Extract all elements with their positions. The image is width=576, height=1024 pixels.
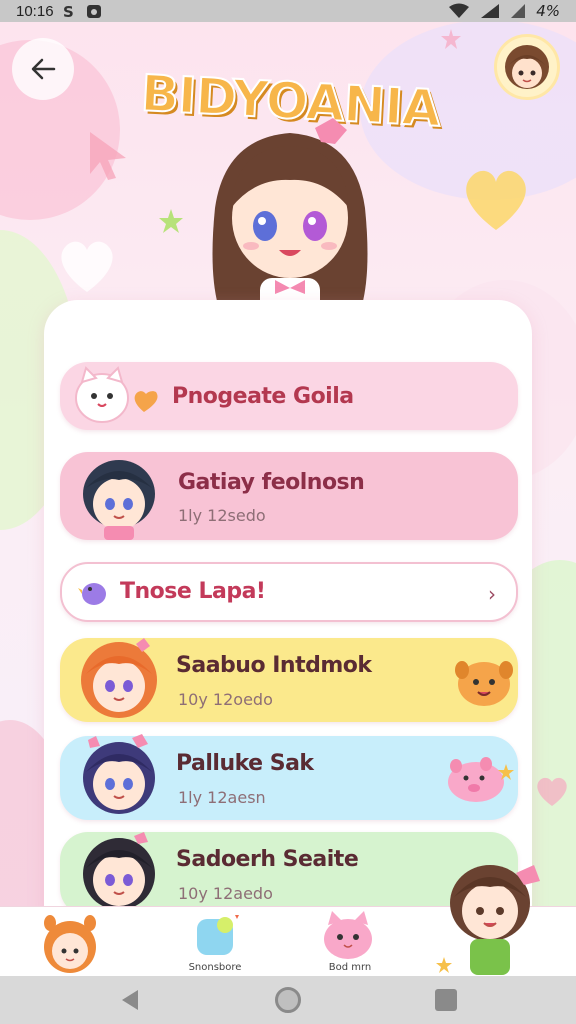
signal-icon [511, 4, 526, 18]
boy-avatar-icon [83, 460, 155, 540]
girl-avatar-icon [81, 638, 157, 718]
item-title: Tnose Lapa! [120, 579, 266, 604]
girl-avatar-icon [83, 734, 155, 814]
notification-icons: S [62, 3, 102, 19]
pink-cat-icon [324, 911, 372, 959]
tab-explore[interactable]: Snonsbore [165, 907, 265, 977]
tab-home[interactable] [20, 907, 120, 977]
system-nav-bar [0, 976, 576, 1024]
chevron-right-icon: › [488, 582, 496, 606]
girl-mascot-icon [436, 865, 540, 975]
item-subtitle: 1ly 12aesn [178, 788, 266, 807]
bottom-tab-bar: Snonsbore Bod mrn [0, 865, 576, 977]
bird-icon [78, 583, 106, 605]
list-item[interactable]: Tnose Lapa! › [60, 562, 518, 622]
girl-avatar-icon [83, 832, 155, 910]
cat-sticker-icon [75, 366, 158, 423]
back-button[interactable] [12, 38, 74, 100]
heart-deco-icon [466, 170, 526, 230]
pig-sticker-icon [448, 757, 514, 802]
notification-square-icon [86, 5, 101, 18]
arrow-left-icon [31, 58, 56, 80]
square-app-icon [197, 915, 239, 955]
item-title: Sadoerh Seaite [176, 847, 359, 872]
nav-back-icon[interactable] [118, 988, 142, 1012]
svg-text:S: S [63, 3, 74, 19]
nav-recents-icon[interactable] [435, 989, 457, 1011]
tab-label: Snonsbore [188, 962, 242, 973]
status-time: 10:16 [16, 2, 54, 20]
signal-icon [481, 4, 500, 18]
notification-s-icon: S [63, 3, 74, 19]
wifi-icon [449, 3, 470, 18]
item-subtitle: 10y 12aedo [178, 884, 273, 903]
profile-avatar[interactable] [494, 34, 560, 100]
arrow-deco-icon [90, 132, 126, 180]
tab-label: Bod mrn [328, 962, 372, 973]
heart-deco-icon [537, 777, 567, 806]
item-title: Saabuo Intdmok [176, 653, 372, 678]
item-subtitle: 1ly 12sedo [178, 506, 266, 525]
list-item[interactable]: Pnogeate Goila [60, 362, 518, 430]
item-title: Gatiay feolnosn [178, 470, 365, 495]
avatar-girl-icon [505, 45, 549, 89]
item-title: Pnogeate Goila [172, 384, 354, 409]
item-title: Palluke Sak [176, 751, 314, 776]
item-subtitle: 10y 12oedo [178, 690, 273, 709]
heart-deco-icon [61, 241, 113, 292]
fox-girl-icon [44, 915, 96, 973]
tab-profile[interactable] [420, 865, 540, 977]
status-right: 4% [448, 2, 560, 20]
list-item[interactable]: Palluke Sak 1ly 12aesn [60, 734, 518, 820]
star-icon [441, 29, 461, 49]
list-item[interactable]: Gatiay feolnosn 1ly 12sedo [60, 452, 518, 540]
list-item[interactable]: Saabuo Intdmok 10y 12oedo [60, 638, 518, 722]
nav-home-icon[interactable] [275, 987, 301, 1013]
battery-level: 4% [536, 2, 560, 20]
puppy-sticker-icon [455, 661, 513, 706]
status-bar: 10:16 S 4% [0, 0, 576, 22]
tab-friends[interactable]: Bod mrn [300, 907, 400, 977]
